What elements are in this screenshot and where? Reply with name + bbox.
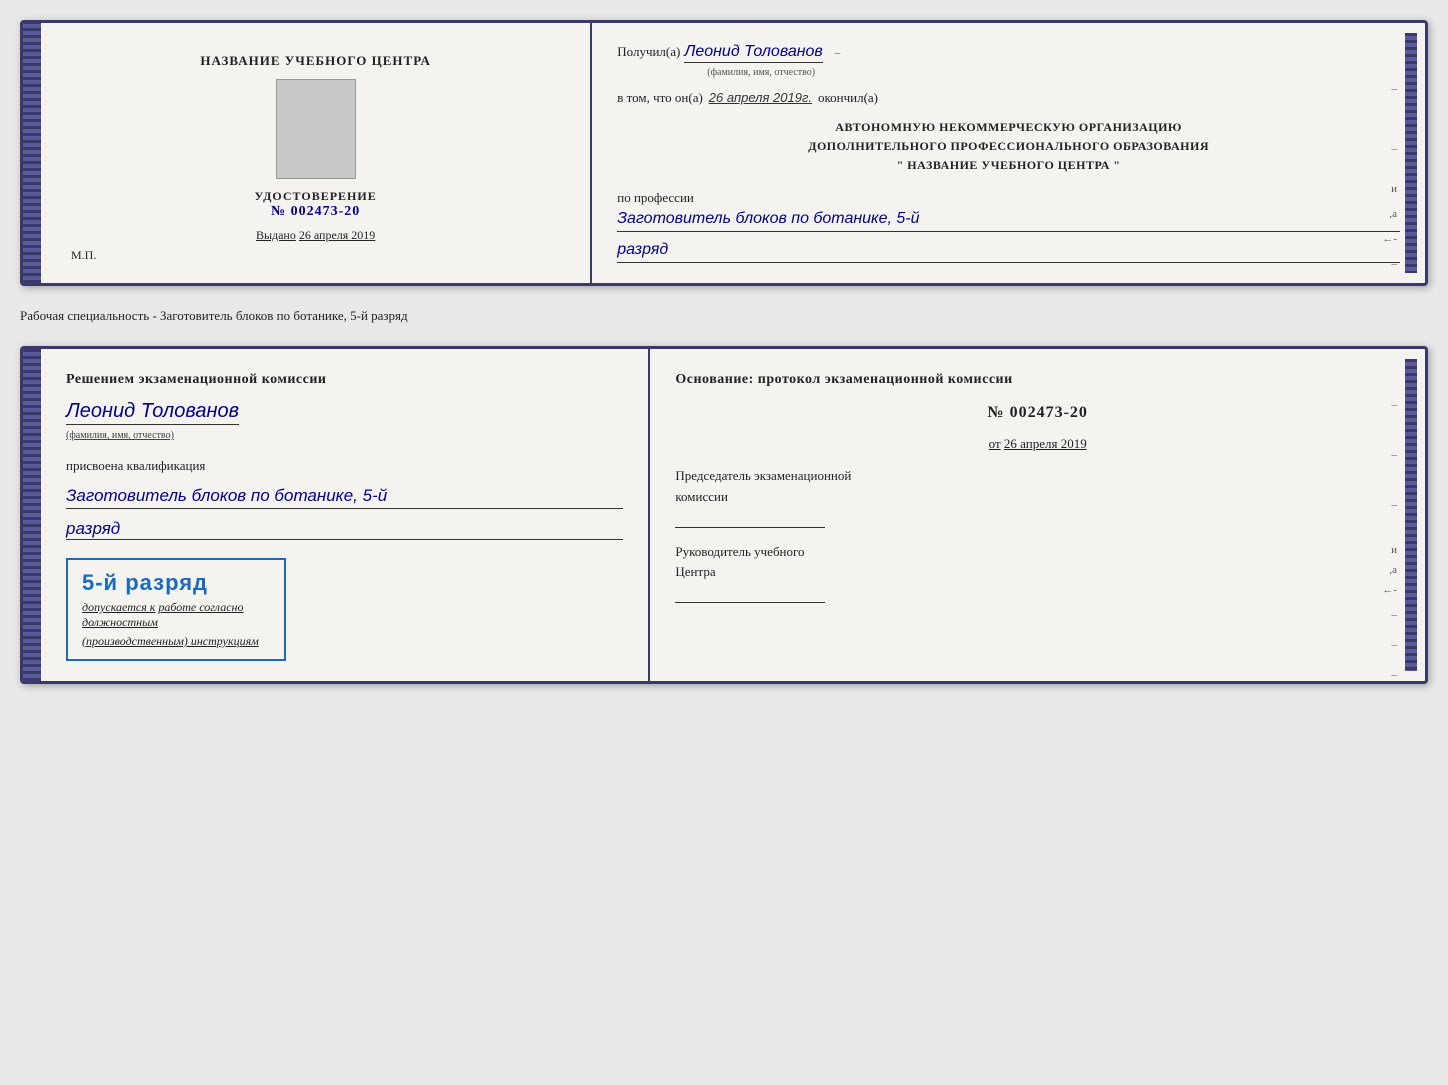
doc1-center-title: НАЗВАНИЕ УЧЕБНОГО ЦЕНТРА: [200, 53, 431, 69]
profession-value: Заготовитель блоков по ботанике, 5-й: [617, 207, 1400, 232]
left-spine-2: [23, 349, 41, 681]
date-value: 26 апреля 2019: [1004, 436, 1087, 451]
org-line2: ДОПОЛНИТЕЛЬНОГО ПРОФЕССИОНАЛЬНОГО ОБРАЗО…: [617, 137, 1400, 156]
stamp-sub3: (производственным) инструкциям: [82, 634, 270, 649]
document-card-1: НАЗВАНИЕ УЧЕБНОГО ЦЕНТРА УДОСТОВЕРЕНИЕ №…: [20, 20, 1428, 286]
cert-number-value: 002473-20: [291, 204, 361, 219]
dash-separator: –: [835, 47, 841, 59]
deco-dash-2: –: [1392, 143, 1398, 155]
confirm-date: 26 апреля 2019г.: [709, 90, 812, 105]
issued-prefix: Выдано: [256, 228, 296, 242]
chairman-block: Председатель экзаменационной комиссии: [675, 466, 1400, 528]
deco-dash-6: –: [1392, 258, 1398, 270]
specialty-caption: Рабочая специальность - Заготовитель бло…: [20, 304, 1428, 328]
confirm-suffix: окончил(а): [818, 90, 878, 106]
stamp-rank: 5-й разряд: [82, 570, 270, 596]
deco2-dash-5: ,а: [1389, 564, 1397, 576]
director-signature-line: [675, 583, 825, 603]
qualification-label: присвоена квалификация: [66, 458, 623, 474]
deco2-dash-2: –: [1392, 449, 1398, 461]
fio-caption-2: (фамилия, имя, отчество): [66, 430, 174, 441]
document-card-2: Решением экзаменационной комиссии Леонид…: [20, 346, 1428, 684]
doc1-right-panel: Получил(а) Леонид Толованов – (фамилия, …: [592, 23, 1425, 283]
stamp-sub1: допускается к работе согласно должностны…: [82, 600, 270, 630]
issued-date: 26 апреля 2019: [299, 228, 375, 242]
org-block: АВТОНОМНУЮ НЕКОММЕРЧЕСКУЮ ОРГАНИЗАЦИЮ ДО…: [617, 118, 1400, 176]
chairman-signature-line: [675, 508, 825, 528]
deco2-dash-6: ←-: [1382, 584, 1397, 596]
protocol-prefix: №: [987, 404, 1004, 421]
deco2-dash-3: –: [1392, 499, 1398, 511]
deco2-dash-7: –: [1392, 609, 1398, 621]
chairman-label: Председатель экзаменационной: [675, 466, 1400, 487]
recipient-name: Леонид Толованов: [684, 43, 822, 63]
photo-placeholder: [276, 79, 356, 179]
cert-label: УДОСТОВЕРЕНИЕ: [255, 189, 377, 204]
protocol-date: от 26 апреля 2019: [675, 436, 1400, 452]
confirm-prefix: в том, что он(а): [617, 90, 703, 106]
doc2-right-panel: Основание: протокол экзаменационной коми…: [650, 349, 1425, 681]
issued-line: Выдано 26 апреля 2019: [256, 228, 375, 243]
chairman-label2: комиссии: [675, 487, 1400, 508]
date-line: в том, что он(а) 26 апреля 2019г. окончи…: [617, 90, 1400, 106]
commission-title: Решением экзаменационной комиссии: [66, 369, 623, 390]
deco2-dash-1: –: [1392, 399, 1398, 411]
basis-title: Основание: протокол экзаменационной коми…: [675, 369, 1400, 390]
page-wrapper: НАЗВАНИЕ УЧЕБНОГО ЦЕНТРА УДОСТОВЕРЕНИЕ №…: [20, 20, 1428, 684]
stamp-box: 5-й разряд допускается к работе согласно…: [66, 558, 286, 661]
director-label2: Центра: [675, 562, 1400, 583]
deco2-dash-4: и: [1391, 544, 1397, 556]
recipient-line: Получил(а) Леонид Толованов –: [617, 43, 1400, 63]
left-spine-1: [23, 23, 41, 283]
cert-number: № 002473-20: [255, 204, 377, 220]
rank-value-1: разряд: [617, 238, 1400, 263]
doc1-left-panel: НАЗВАНИЕ УЧЕБНОГО ЦЕНТРА УДОСТОВЕРЕНИЕ №…: [41, 23, 592, 283]
org-line3: " НАЗВАНИЕ УЧЕБНОГО ЦЕНТРА ": [617, 156, 1400, 175]
received-prefix: Получил(а): [617, 44, 680, 60]
date-prefix: от: [989, 436, 1001, 451]
protocol-number: № 002473-20: [675, 404, 1400, 422]
director-block: Руководитель учебного Центра: [675, 542, 1400, 604]
profession-block: по профессии Заготовитель блоков по бота…: [617, 188, 1400, 264]
fio-caption-1: (фамилия, имя, отчество): [707, 67, 1400, 78]
cert-number-prefix: №: [271, 204, 286, 219]
deco-dash-3: и: [1391, 183, 1397, 195]
qualification-value: Заготовитель блоков по ботанике, 5-й: [66, 484, 623, 509]
cert-number-block: УДОСТОВЕРЕНИЕ № 002473-20: [255, 189, 377, 220]
deco-dash-5: ←-: [1382, 233, 1397, 245]
director-label: Руководитель учебного: [675, 542, 1400, 563]
deco2-dash-8: –: [1392, 639, 1398, 651]
protocol-number-value: 002473-20: [1010, 404, 1088, 421]
deco-dash-1: –: [1392, 83, 1398, 95]
profession-label: по профессии: [617, 190, 694, 205]
rank-handwritten: разряд: [66, 519, 623, 540]
person-name: Леонид Толованов: [66, 400, 239, 425]
org-line1: АВТОНОМНУЮ НЕКОММЕРЧЕСКУЮ ОРГАНИЗАЦИЮ: [617, 118, 1400, 137]
deco-dash-4: ,а: [1389, 208, 1397, 220]
doc2-left-panel: Решением экзаменационной комиссии Леонид…: [41, 349, 650, 681]
deco2-dash-9: –: [1392, 669, 1398, 681]
mp-line: М.П.: [71, 248, 96, 263]
